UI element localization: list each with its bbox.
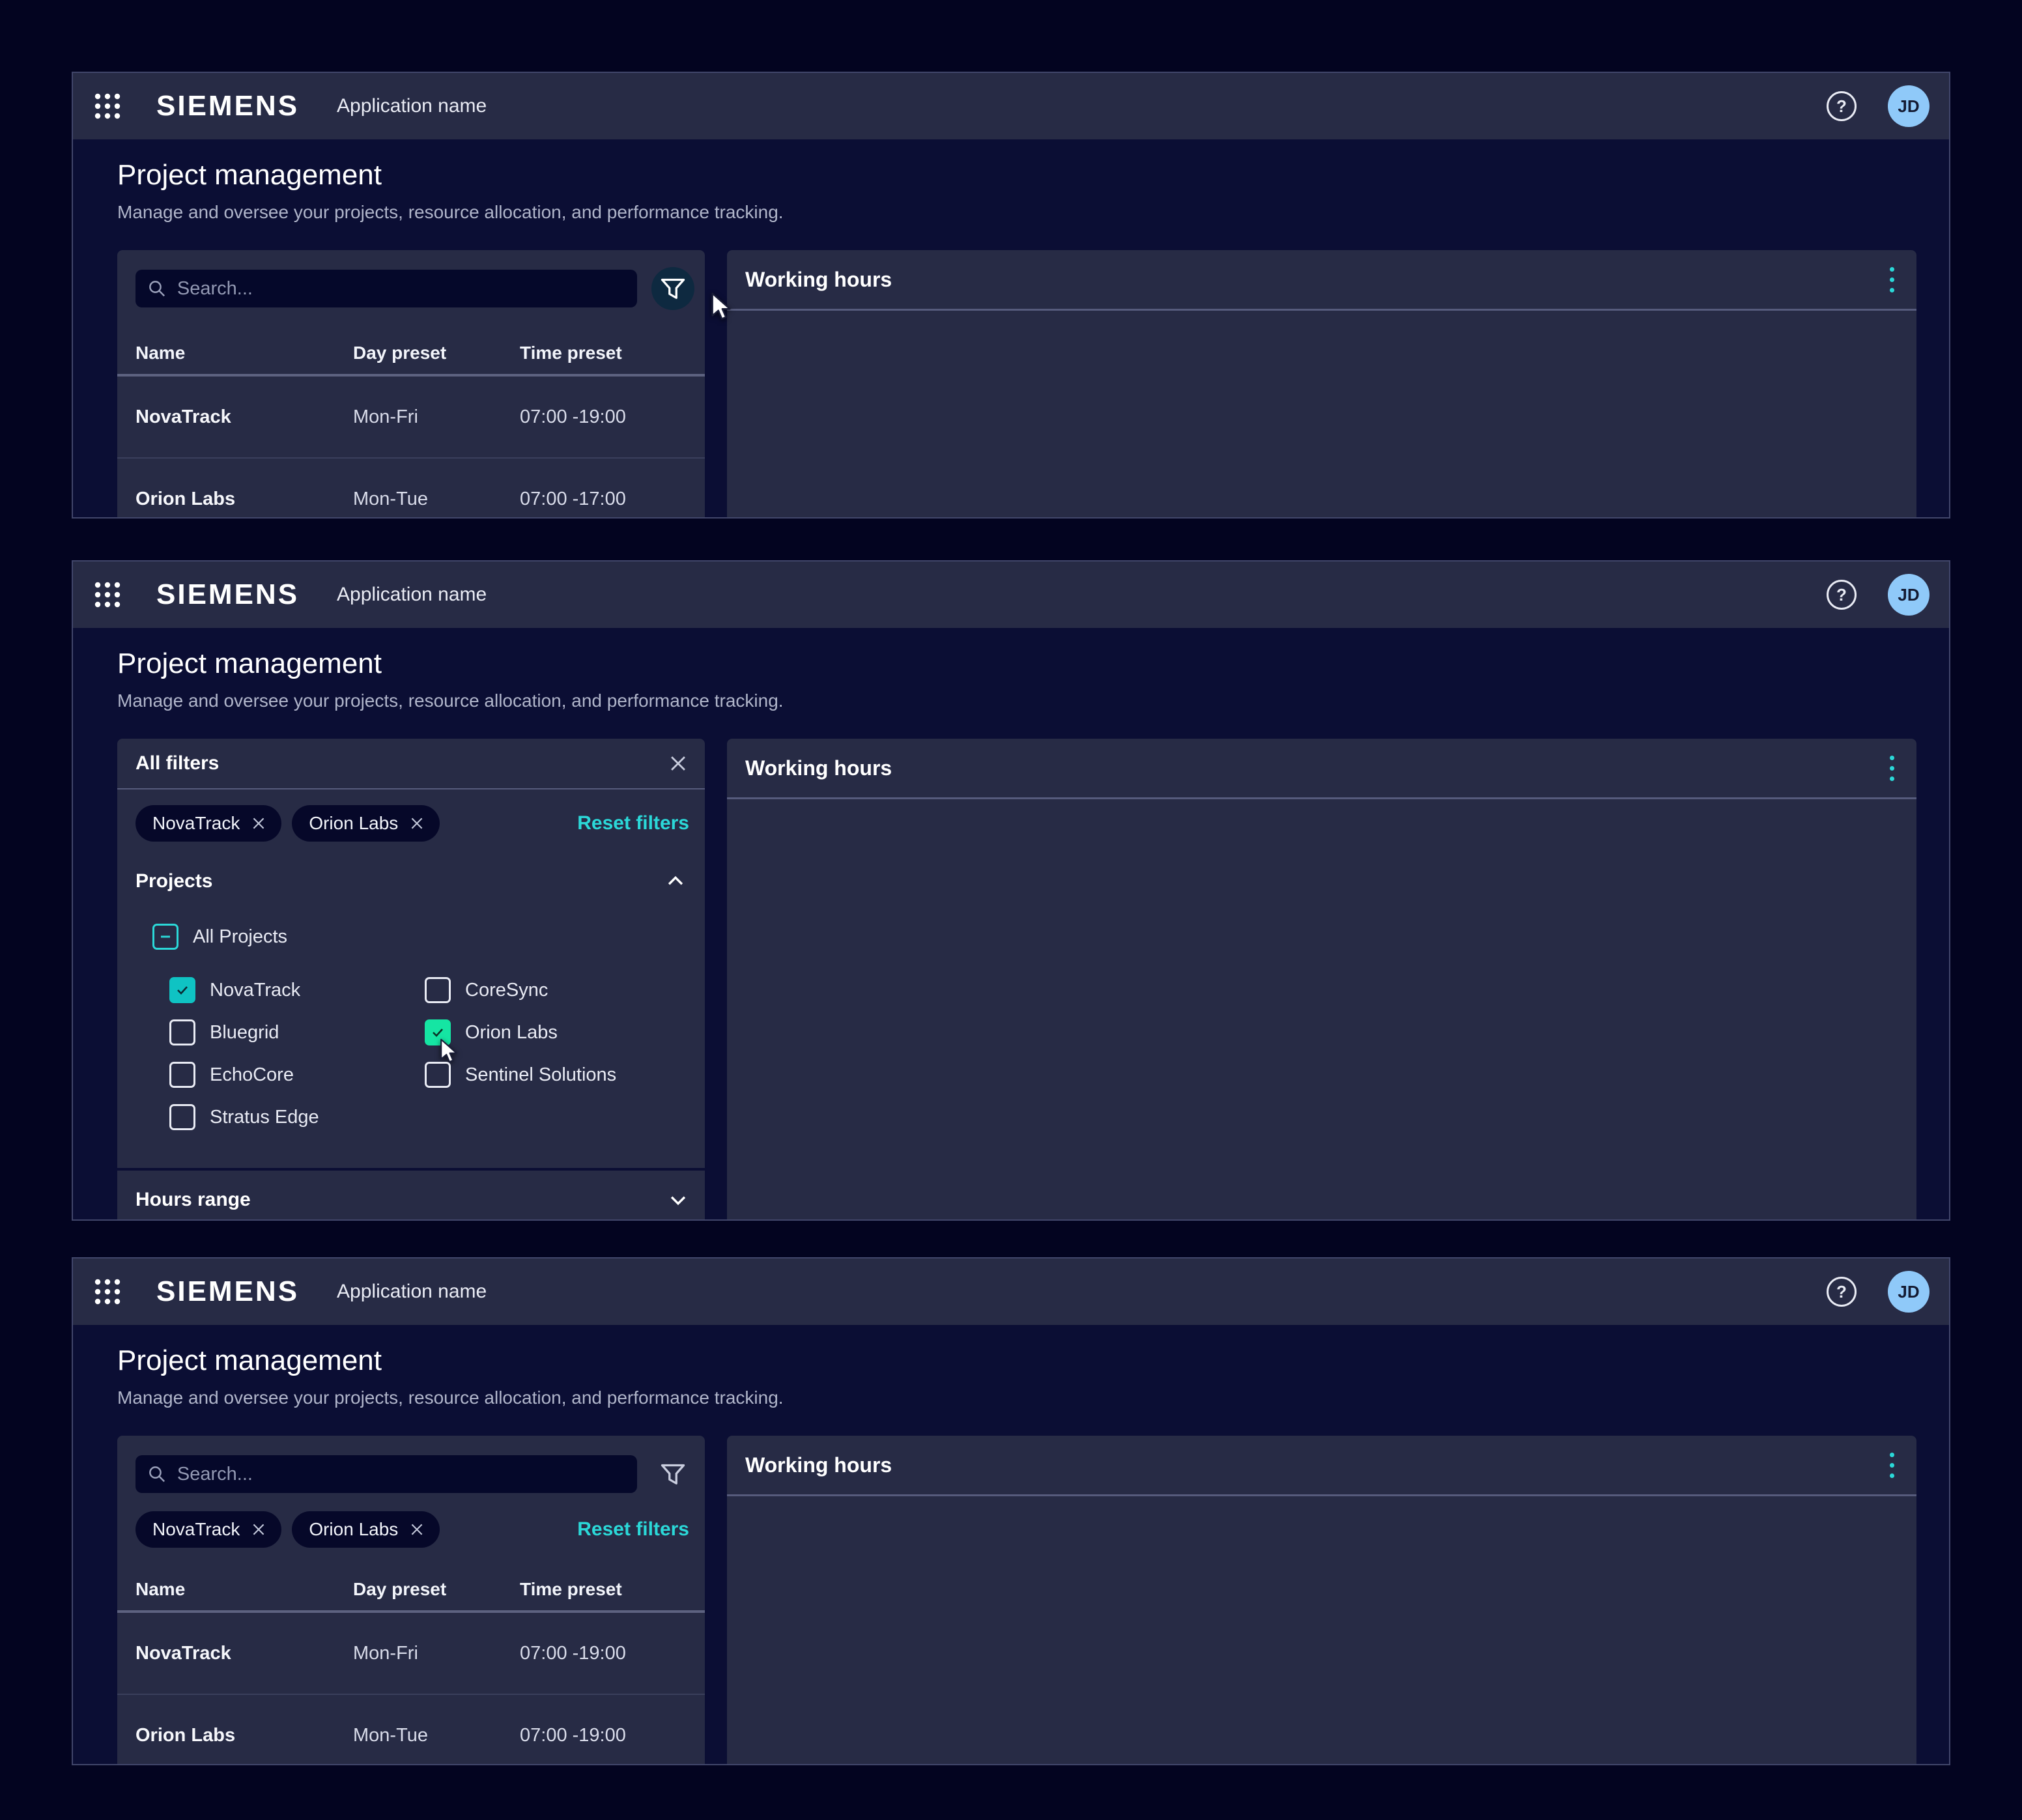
reset-filters-link[interactable]: Reset filters <box>577 812 689 834</box>
checkbox-row-coresync[interactable]: CoreSync <box>425 977 705 1003</box>
checkbox-row-orion-labs[interactable]: Orion Labs <box>425 1019 705 1045</box>
filter-icon <box>659 1461 687 1487</box>
hours-range-section-header[interactable]: Hours range <box>117 1171 705 1221</box>
application-name: Application name <box>337 1281 487 1303</box>
help-icon[interactable]: ? <box>1827 1277 1857 1307</box>
chevron-up-icon <box>664 870 687 892</box>
checkbox-row-novatrack[interactable]: NovaTrack <box>169 977 425 1003</box>
all-projects-checkbox-row[interactable]: All Projects <box>152 924 705 950</box>
screen-state-default: SIEMENS Application name ? JD Project ma… <box>72 72 1950 519</box>
search-field[interactable] <box>176 1463 625 1486</box>
app-launcher-icon[interactable] <box>93 91 122 121</box>
checkbox-checked[interactable] <box>169 977 195 1003</box>
table-row[interactable]: NovaTrack Mon-Fri 07:00 -19:00 <box>117 1613 705 1695</box>
app-launcher-icon[interactable] <box>93 580 122 610</box>
filter-button[interactable] <box>651 1453 694 1496</box>
search-icon <box>147 278 167 299</box>
checkbox-row-echocore[interactable]: EchoCore <box>169 1062 425 1088</box>
working-hours-card: Working hours <box>727 250 1916 519</box>
mouse-cursor <box>710 292 732 320</box>
application-name: Application name <box>337 95 487 117</box>
all-projects-checkbox[interactable] <box>152 924 178 950</box>
page-title: Project management <box>117 159 1916 192</box>
all-filters-panel: All filters NovaTrack Orion Labs Reset f… <box>117 739 705 1221</box>
kebab-menu-icon[interactable] <box>1885 750 1900 786</box>
checkbox-unchecked[interactable] <box>169 1019 195 1045</box>
table-row[interactable]: NovaTrack Mon-Fri 07:00 -19:00 <box>117 377 705 459</box>
table-row[interactable]: Orion Labs Mon-Tue 07:00 -17:00 <box>117 459 705 519</box>
filter-icon <box>659 276 687 302</box>
table-header: Name Day preset Time preset <box>117 332 705 377</box>
col-day-preset: Day preset <box>353 343 520 363</box>
all-filters-title: All filters <box>135 752 219 775</box>
search-icon <box>147 1464 167 1485</box>
reset-filters-link[interactable]: Reset filters <box>577 1518 689 1541</box>
checkbox-row-stratus-edge[interactable]: Stratus Edge <box>169 1104 425 1130</box>
col-name: Name <box>135 343 353 363</box>
close-icon[interactable] <box>667 752 689 775</box>
avatar[interactable]: JD <box>1888 1271 1929 1313</box>
col-day-preset: Day preset <box>353 1579 520 1600</box>
page-title: Project management <box>117 647 1916 680</box>
checkbox-row-bluegrid[interactable]: Bluegrid <box>169 1019 425 1045</box>
project-options-grid: NovaTrack CoreSync Bluegrid Ori <box>169 977 705 1130</box>
chip-remove-icon[interactable] <box>250 815 267 832</box>
working-hours-card: Working hours <box>727 739 1916 1221</box>
checkbox-unchecked[interactable] <box>169 1062 195 1088</box>
chip-remove-icon[interactable] <box>250 1521 267 1538</box>
working-hours-title: Working hours <box>745 756 892 780</box>
avatar[interactable]: JD <box>1888 574 1929 616</box>
table-header: Name Day preset Time preset <box>117 1569 705 1613</box>
kebab-menu-icon[interactable] <box>1885 262 1900 298</box>
siemens-logo: SIEMENS <box>156 578 299 611</box>
app-topbar: SIEMENS Application name ? JD <box>73 73 1949 139</box>
chevron-down-icon <box>667 1189 689 1211</box>
help-icon[interactable]: ? <box>1827 580 1857 610</box>
presets-table: Name Day preset Time preset NovaTrack Mo… <box>117 332 705 519</box>
search-input[interactable] <box>135 270 637 307</box>
page-subtitle: Manage and oversee your projects, resour… <box>117 202 1916 223</box>
presets-card: Name Day preset Time preset NovaTrack Mo… <box>117 250 705 519</box>
chip-remove-icon[interactable] <box>408 815 425 832</box>
page-title: Project management <box>117 1344 1916 1377</box>
filter-chip[interactable]: NovaTrack <box>135 1511 281 1548</box>
kebab-menu-icon[interactable] <box>1885 1447 1900 1483</box>
avatar[interactable]: JD <box>1888 85 1929 127</box>
app-topbar: SIEMENS Application name ? JD <box>73 1258 1949 1325</box>
page-subtitle: Manage and oversee your projects, resour… <box>117 1387 1916 1408</box>
projects-section-header[interactable]: Projects <box>117 848 705 892</box>
screen-state-filters-open: SIEMENS Application name ? JD Project ma… <box>72 560 1950 1221</box>
application-name: Application name <box>337 584 487 606</box>
siemens-logo: SIEMENS <box>156 1275 299 1308</box>
filter-button[interactable] <box>651 267 694 310</box>
working-hours-title: Working hours <box>745 1453 892 1477</box>
mouse-cursor <box>439 1038 459 1064</box>
help-icon[interactable]: ? <box>1827 91 1857 121</box>
checkbox-row-sentinel-solutions[interactable]: Sentinel Solutions <box>425 1062 705 1088</box>
presets-card: NovaTrack Orion Labs Reset filters Name … <box>117 1436 705 1765</box>
working-hours-title: Working hours <box>745 268 892 292</box>
col-time-preset: Time preset <box>520 343 705 363</box>
filter-chip[interactable]: Orion Labs <box>292 1511 440 1548</box>
filter-chip[interactable]: Orion Labs <box>292 805 440 842</box>
col-name: Name <box>135 1579 353 1600</box>
app-topbar: SIEMENS Application name ? JD <box>73 562 1949 628</box>
app-launcher-icon[interactable] <box>93 1277 122 1307</box>
working-hours-card: Working hours <box>727 1436 1916 1765</box>
search-input[interactable] <box>135 1455 637 1493</box>
search-field[interactable] <box>176 277 625 300</box>
filter-chip[interactable]: NovaTrack <box>135 805 281 842</box>
page-subtitle: Manage and oversee your projects, resour… <box>117 690 1916 711</box>
table-row[interactable]: Orion Labs Mon-Tue 07:00 -19:00 <box>117 1695 705 1765</box>
col-time-preset: Time preset <box>520 1579 705 1600</box>
presets-table: Name Day preset Time preset NovaTrack Mo… <box>117 1569 705 1765</box>
screen-state-filtered: SIEMENS Application name ? JD Project ma… <box>72 1257 1950 1765</box>
checkbox-unchecked[interactable] <box>169 1104 195 1130</box>
checkbox-unchecked[interactable] <box>425 977 451 1003</box>
chip-remove-icon[interactable] <box>408 1521 425 1538</box>
siemens-logo: SIEMENS <box>156 90 299 122</box>
checkbox-unchecked[interactable] <box>425 1062 451 1088</box>
